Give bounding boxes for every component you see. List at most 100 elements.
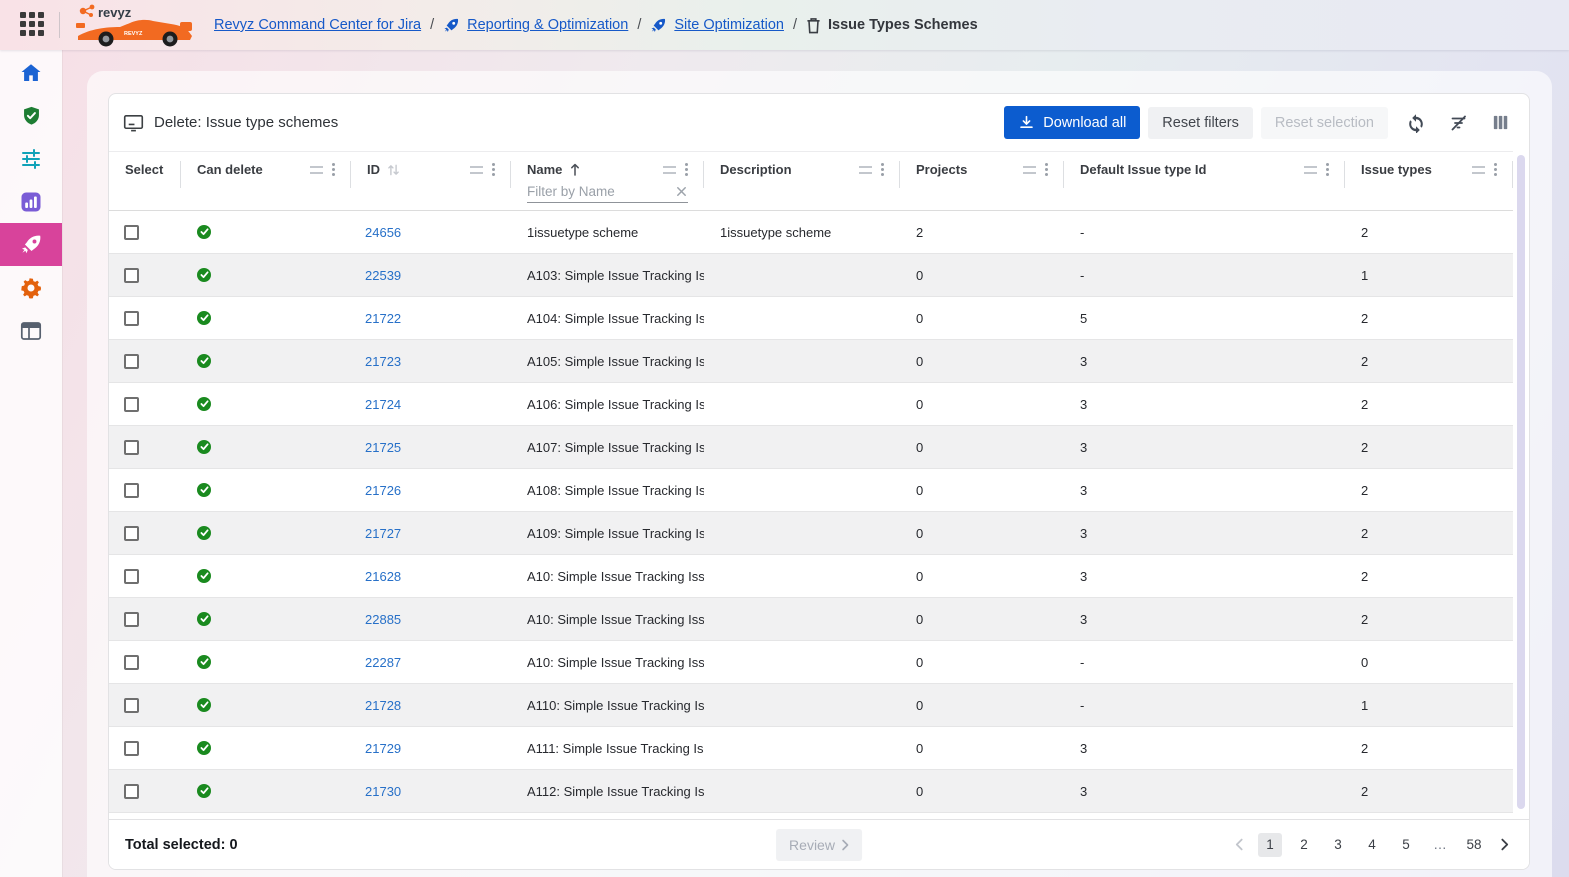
vertical-scrollbar[interactable] <box>1517 155 1525 809</box>
refresh-button[interactable] <box>1402 109 1430 137</box>
row-checkbox[interactable] <box>124 225 139 240</box>
row-id-link[interactable]: 21730 <box>365 784 401 799</box>
row-checkbox[interactable] <box>124 440 139 455</box>
filter-icon[interactable] <box>663 166 676 174</box>
sidebar-item-data-protection[interactable] <box>0 94 62 137</box>
review-button[interactable]: Review <box>776 829 862 861</box>
row-checkbox[interactable] <box>124 483 139 498</box>
row-checkbox[interactable] <box>124 354 139 369</box>
row-checkbox[interactable] <box>124 741 139 756</box>
table-row: 21729 A111: Simple Issue Tracking Iss 0 … <box>109 727 1513 770</box>
sort-updown-icon[interactable] <box>387 163 400 177</box>
row-id-link[interactable]: 21722 <box>365 311 401 326</box>
reset-selection-button[interactable]: Reset selection <box>1261 107 1388 139</box>
row-checkbox[interactable] <box>124 569 139 584</box>
clear-filter-icon[interactable] <box>675 185 688 198</box>
row-default-issue-type-id: 3 <box>1064 598 1345 640</box>
pagination-page[interactable]: 3 <box>1326 833 1350 857</box>
column-menu-icon[interactable] <box>492 163 495 166</box>
sidebar-item-configuration[interactable] <box>0 137 62 180</box>
row-default-issue-type-id: 3 <box>1064 512 1345 554</box>
column-menu-icon[interactable] <box>1494 163 1497 166</box>
pagination-page[interactable]: 4 <box>1360 833 1384 857</box>
row-checkbox[interactable] <box>124 698 139 713</box>
filter-icon[interactable] <box>310 166 323 174</box>
total-selected: Total selected: 0 <box>125 837 238 853</box>
row-projects: 0 <box>900 426 1064 468</box>
row-projects: 0 <box>900 383 1064 425</box>
bar-chart-icon <box>20 191 42 213</box>
row-checkbox[interactable] <box>124 311 139 326</box>
reset-filters-button[interactable]: Reset filters <box>1148 107 1253 139</box>
row-checkbox[interactable] <box>124 612 139 627</box>
revyz-logo[interactable]: revyz REVYZ <box>74 2 196 48</box>
column-menu-icon[interactable] <box>685 163 688 166</box>
filter-icon[interactable] <box>1304 166 1317 174</box>
pagination-page[interactable]: 58 <box>1462 833 1486 857</box>
row-id-link[interactable]: 22287 <box>365 655 401 670</box>
row-issue-types: 2 <box>1345 727 1513 769</box>
row-id-link[interactable]: 21628 <box>365 569 401 584</box>
sidebar-item-app-tables[interactable] <box>0 309 62 352</box>
row-default-issue-type-id: 3 <box>1064 469 1345 511</box>
apps-grid-icon[interactable] <box>20 12 46 38</box>
manage-columns-button[interactable] <box>1487 109 1514 136</box>
row-checkbox[interactable] <box>124 655 139 670</box>
card-title-text: Delete: Issue type schemes <box>154 114 338 131</box>
pagination-page[interactable]: 1 <box>1258 833 1282 857</box>
columns-icon <box>1491 113 1510 132</box>
row-name: A111: Simple Issue Tracking Iss <box>511 727 704 769</box>
row-default-issue-type-id: 3 <box>1064 340 1345 382</box>
column-menu-icon[interactable] <box>332 163 335 166</box>
can-delete-check-icon <box>197 440 211 454</box>
row-default-issue-type-id: 5 <box>1064 297 1345 339</box>
pagination: 12345…58 <box>1231 833 1513 857</box>
breadcrumb-link-command-center[interactable]: Revyz Command Center for Jira <box>214 17 421 33</box>
filter-icon[interactable] <box>1023 166 1036 174</box>
chevron-left-icon <box>1235 838 1244 851</box>
sidebar-item-home[interactable] <box>0 51 62 94</box>
row-checkbox[interactable] <box>124 526 139 541</box>
filter-icon[interactable] <box>859 166 872 174</box>
column-menu-icon[interactable] <box>881 163 884 166</box>
row-checkbox[interactable] <box>124 397 139 412</box>
row-id-link[interactable]: 22885 <box>365 612 401 627</box>
sidebar-item-settings[interactable] <box>0 266 62 309</box>
sort-asc-icon[interactable] <box>569 163 581 176</box>
row-id-link[interactable]: 21724 <box>365 397 401 412</box>
row-checkbox[interactable] <box>124 268 139 283</box>
row-id-link[interactable]: 22539 <box>365 268 401 283</box>
can-delete-check-icon <box>197 311 211 325</box>
pagination-page[interactable]: 5 <box>1394 833 1418 857</box>
row-id-link[interactable]: 21725 <box>365 440 401 455</box>
filter-icon[interactable] <box>1472 166 1485 174</box>
clear-filters-button[interactable] <box>1444 109 1473 137</box>
row-description <box>704 469 900 511</box>
row-id-link[interactable]: 21729 <box>365 741 401 756</box>
breadcrumb-link-reporting[interactable]: Reporting & Optimization <box>467 17 628 33</box>
pagination-prev-button[interactable] <box>1231 836 1248 853</box>
row-id-link[interactable]: 21723 <box>365 354 401 369</box>
column-menu-icon[interactable] <box>1045 163 1048 166</box>
can-delete-check-icon <box>197 354 211 368</box>
download-all-button[interactable]: Download all <box>1004 106 1140 139</box>
pagination-page[interactable]: 2 <box>1292 833 1316 857</box>
row-checkbox[interactable] <box>124 784 139 799</box>
row-id-link[interactable]: 24656 <box>365 225 401 240</box>
pagination-next-button[interactable] <box>1496 836 1513 853</box>
row-projects: 0 <box>900 469 1064 511</box>
sidebar-item-site-optimization[interactable] <box>0 223 62 266</box>
filter-icon[interactable] <box>470 166 483 174</box>
table-row: 21726 A108: Simple Issue Tracking Iss 0 … <box>109 469 1513 512</box>
download-all-label: Download all <box>1043 115 1126 131</box>
can-delete-check-icon <box>197 397 211 411</box>
name-filter-input[interactable] <box>527 184 675 199</box>
column-menu-icon[interactable] <box>1326 163 1329 166</box>
row-id-link[interactable]: 21727 <box>365 526 401 541</box>
sidebar-item-analytics[interactable] <box>0 180 62 223</box>
row-id-link[interactable]: 21726 <box>365 483 401 498</box>
row-id-link[interactable]: 21728 <box>365 698 401 713</box>
breadcrumb-link-site-optimization[interactable]: Site Optimization <box>674 17 784 33</box>
column-label: Projects <box>916 162 967 177</box>
row-description <box>704 770 900 812</box>
